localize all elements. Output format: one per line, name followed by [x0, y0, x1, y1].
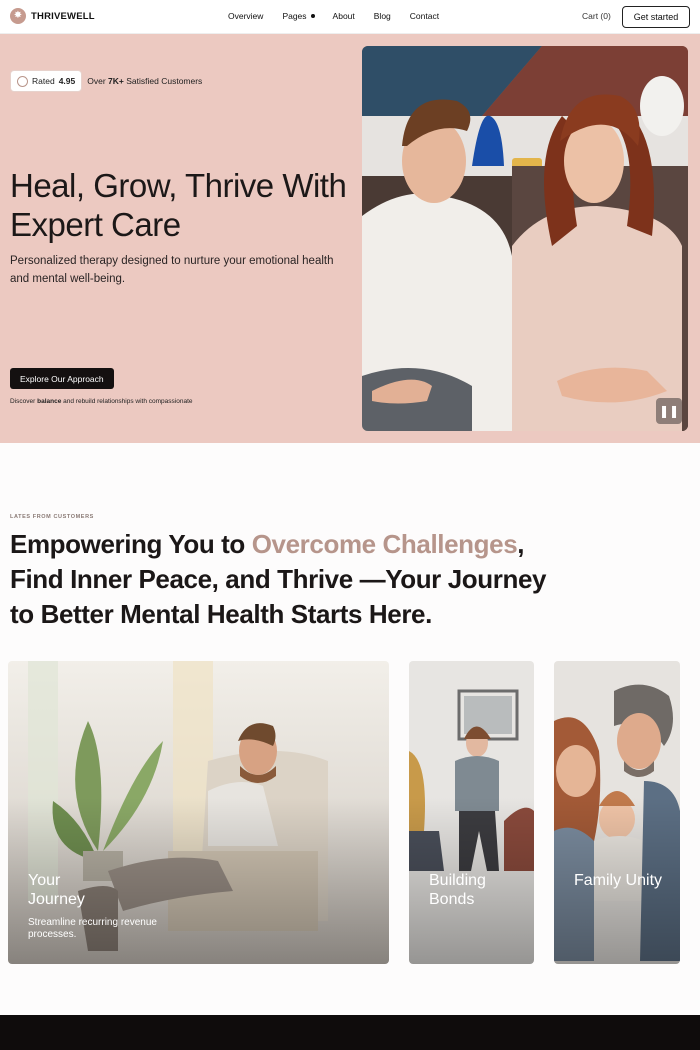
rating-value: 4.95 — [58, 76, 76, 86]
cart-link[interactable]: Cart (0) — [582, 11, 611, 21]
customers-text: Over 7K+ Satisfied Customers — [87, 76, 202, 86]
card-your-journey[interactable]: Your Journey Streamline recurring revenu… — [8, 661, 389, 964]
couple-illustration — [362, 46, 688, 431]
section-title: Empowering You to Overcome Challenges, F… — [10, 527, 570, 632]
nav-links: Overview Pages About Blog Contact — [228, 11, 458, 21]
section-title-accent: Overcome Challenges — [251, 529, 518, 559]
rating-badge: Rated 4.95 — [10, 70, 83, 92]
nav-pages-label: Pages — [282, 11, 307, 21]
brand-logo[interactable]: ✸ THRIVEWELL — [10, 8, 95, 24]
hero-subtitle: Personalized therapy designed to nurture… — [10, 255, 334, 285]
logo-star-icon: ✸ — [10, 8, 26, 24]
card-title-family-unity: Family Unity — [574, 872, 663, 889]
nav-contact[interactable]: Contact — [410, 11, 439, 21]
card-title-your-journey: Your Journey — [28, 872, 85, 908]
rating-label: Rated — [32, 76, 55, 86]
rating-row: Rated 4.95 Over 7K+ Satisfied Customers — [10, 70, 202, 92]
family-illustration — [554, 661, 680, 964]
card-desc-your-journey: Streamline recurring revenue processes. — [28, 917, 157, 940]
hero-title: Heal, Grow, Thrive With Expert Care — [10, 167, 347, 243]
brand-name: THRIVEWELL — [31, 10, 95, 22]
customers-suffix: Satisfied Customers — [126, 76, 203, 86]
footer-band — [0, 1015, 700, 1050]
nav-blog[interactable]: Blog — [374, 11, 391, 21]
top-nav: ✸ THRIVEWELL Overview Pages About Blog C… — [0, 0, 700, 34]
dropdown-dot-icon — [310, 14, 315, 18]
bonds-illustration — [409, 661, 534, 964]
section-eyebrow: LATES FROM CUSTOMERS — [10, 514, 94, 520]
hero-note: Discover balance and rebuild relationshi… — [10, 398, 193, 405]
hero-couple-photo — [362, 46, 688, 431]
card-building-bonds[interactable]: Building Bonds — [409, 661, 534, 964]
card-title-building-bonds: Building Bonds — [429, 872, 486, 908]
hero-note-bold: balance — [37, 398, 62, 405]
explore-approach-button[interactable]: Explore Our Approach — [10, 368, 114, 389]
nav-pages[interactable]: Pages — [282, 11, 315, 21]
card-family-unity[interactable]: Family Unity — [554, 661, 680, 964]
hero-note-post: and rebuild relationships with compassio… — [63, 398, 193, 405]
customers-prefix: Over — [87, 76, 106, 86]
nav-overview[interactable]: Overview — [228, 11, 263, 21]
rating-star-icon — [17, 75, 28, 87]
nav-about[interactable]: About — [333, 11, 355, 21]
get-started-button[interactable]: Get started — [622, 6, 690, 28]
section-title-pre: Empowering You to — [10, 529, 252, 559]
hero-note-pre: Discover — [10, 398, 36, 405]
customers-count: 7K+ — [108, 76, 124, 86]
hero-section: Rated 4.95 Over 7K+ Satisfied Customers … — [0, 34, 700, 443]
pause-icon[interactable]: ❚❚ — [656, 398, 682, 424]
